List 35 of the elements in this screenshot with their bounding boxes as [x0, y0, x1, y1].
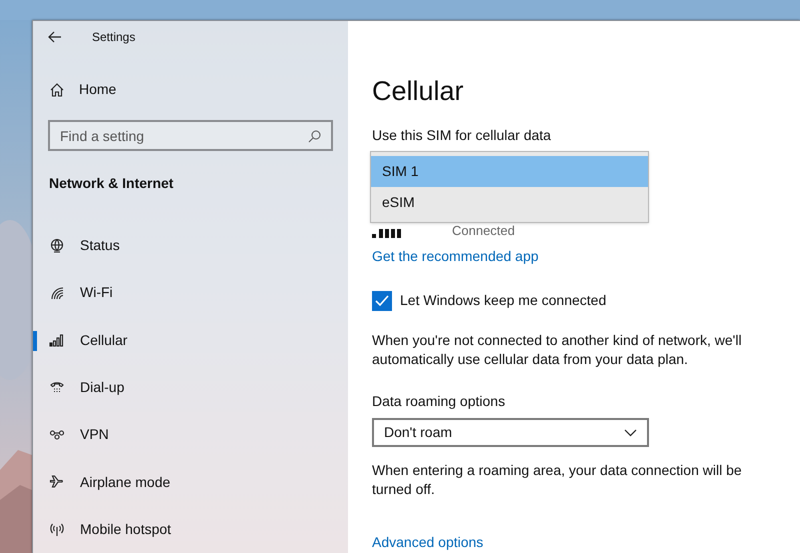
- checkbox-label: Let Windows keep me connected: [400, 291, 606, 310]
- dropdown-option[interactable]: eSIM: [371, 187, 648, 218]
- nav-item[interactable]: Wi-Fi: [33, 269, 348, 317]
- home-icon: [50, 82, 64, 97]
- description-text: When you're not connected to another kind of network, we'll automatically use cellular data from your data plan.: [372, 331, 743, 370]
- recommended-app-link[interactable]: Get the recommended app: [372, 246, 539, 268]
- search-field[interactable]: Find a setting: [48, 120, 333, 151]
- hotspot-icon: [49, 521, 65, 538]
- back-arrow-icon[interactable]: [48, 31, 62, 44]
- nav-item[interactable]: Mobile hotspot: [33, 506, 348, 553]
- dropdown-option[interactable]: SIM 1: [371, 156, 648, 187]
- field-label: Use this SIM for cellular data: [372, 126, 552, 145]
- roaming-note: When entering a roaming area, your data connection will be turned off.: [372, 461, 743, 499]
- wifi-icon: [49, 284, 65, 301]
- checkbox[interactable]: [372, 290, 392, 311]
- nav-item[interactable]: Dial-up: [33, 364, 348, 412]
- home-item[interactable]: Home: [33, 76, 348, 104]
- roaming-dropdown[interactable]: Don't roam: [372, 418, 649, 447]
- nav-item[interactable]: Status: [33, 222, 348, 270]
- globe-icon: [49, 238, 65, 254]
- airplane-icon: [49, 474, 65, 490]
- chevron-down-icon: [624, 428, 637, 437]
- page-title: Cellular: [372, 75, 465, 108]
- checkmark-icon: [375, 294, 389, 307]
- field-label: Data roaming options: [372, 392, 506, 412]
- search-icon: [308, 130, 321, 144]
- signal-icon: [49, 332, 65, 348]
- connection-status: Connected: [452, 223, 515, 238]
- nav-item[interactable]: VPN: [33, 411, 348, 458]
- window-title: Settings: [92, 29, 136, 46]
- signal-icon: [372, 229, 404, 238]
- nav-item[interactable]: Cellular: [33, 316, 348, 364]
- advanced-options-link[interactable]: Advanced options: [372, 532, 484, 553]
- section-heading: Network & Internet: [48, 174, 174, 193]
- nav-item[interactable]: Airplane mode: [33, 458, 348, 506]
